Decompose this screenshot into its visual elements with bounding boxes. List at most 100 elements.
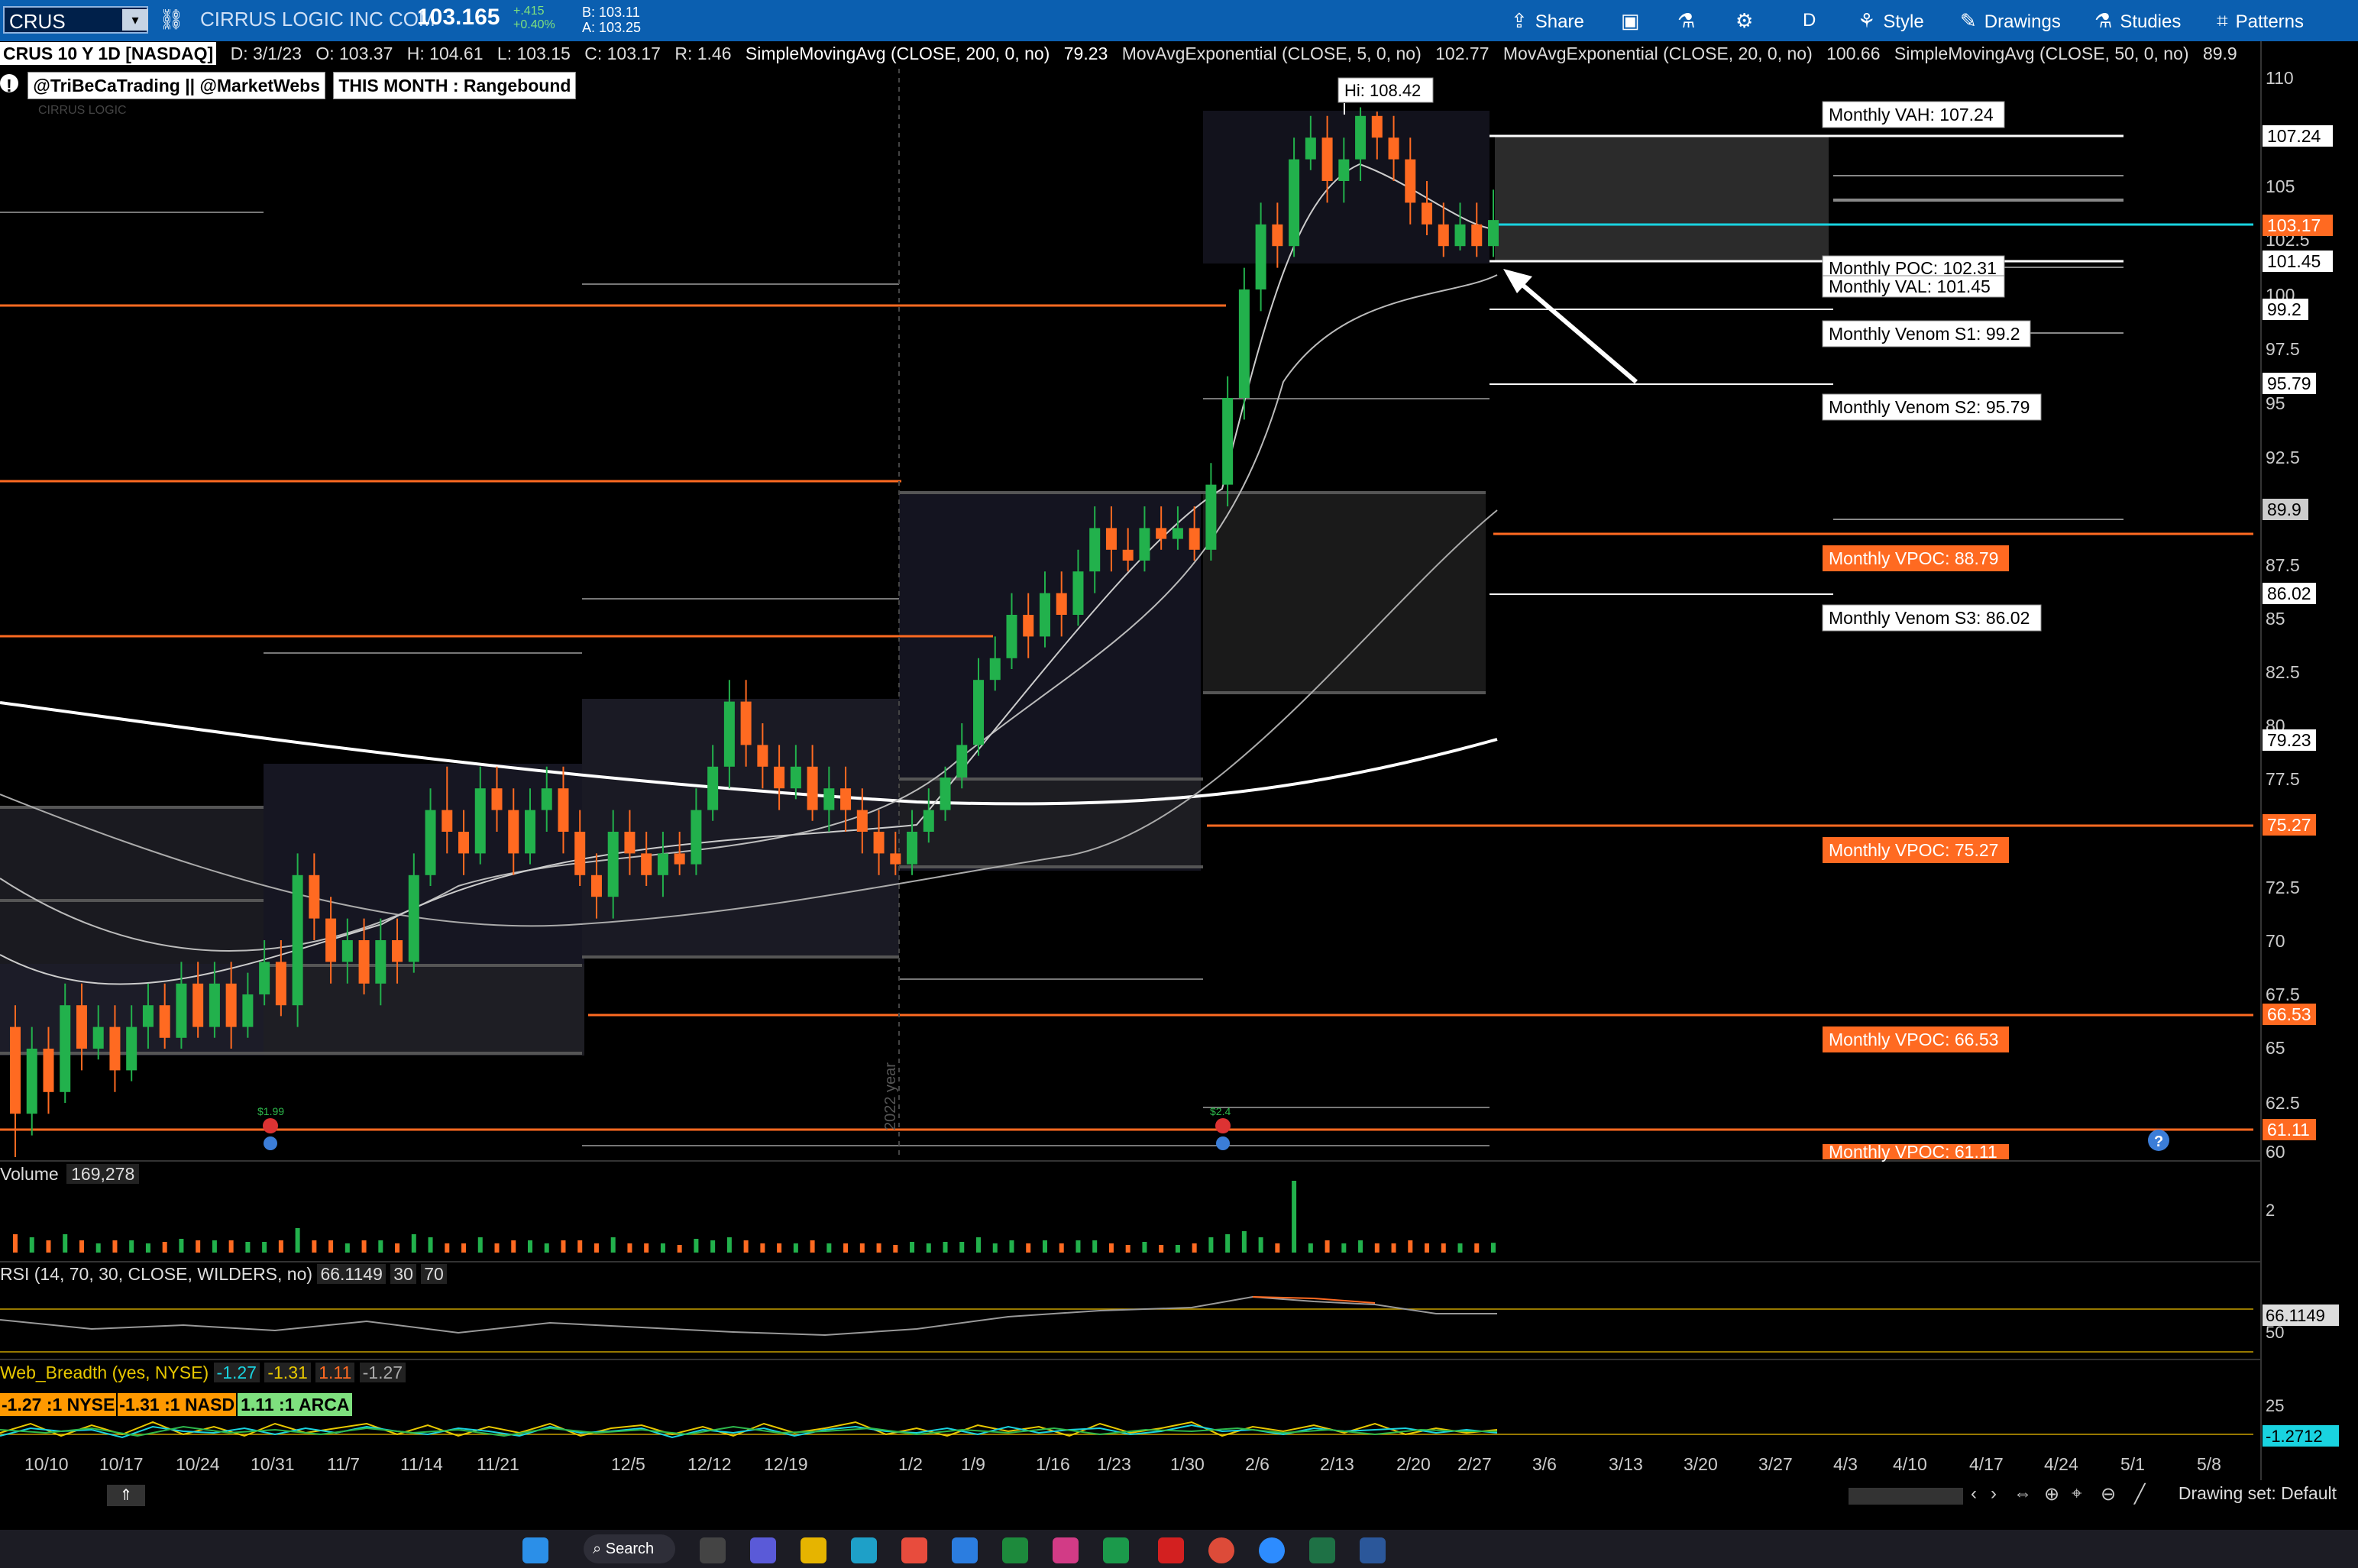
candle-body[interactable] xyxy=(392,940,403,962)
rsi-label[interactable]: RSI (14, 70, 30, CLOSE, WILDERS, no) xyxy=(0,1264,312,1284)
crosshair-icon[interactable]: ⌖ xyxy=(2072,1483,2082,1505)
lp-app-icon[interactable] xyxy=(1158,1537,1184,1563)
candle-body[interactable] xyxy=(1371,115,1383,138)
candle-body[interactable] xyxy=(774,766,785,789)
candle-body[interactable] xyxy=(192,983,204,1027)
candle-body[interactable] xyxy=(1056,593,1067,615)
candle-body[interactable] xyxy=(707,766,719,810)
candle-body[interactable] xyxy=(341,940,353,962)
candle-body[interactable] xyxy=(691,810,702,865)
candle-body[interactable] xyxy=(275,962,286,1006)
candle-body[interactable] xyxy=(109,1026,121,1071)
candle-body[interactable] xyxy=(1355,115,1367,160)
candle-body[interactable] xyxy=(674,853,685,865)
candle-body[interactable] xyxy=(1205,484,1217,550)
candle-body[interactable] xyxy=(1438,224,1449,247)
candle-body[interactable] xyxy=(375,940,387,984)
candle-body[interactable] xyxy=(92,1026,104,1049)
candle-body[interactable] xyxy=(491,788,503,810)
candle-body[interactable] xyxy=(1039,593,1050,637)
info-marker-icon[interactable] xyxy=(1216,1136,1230,1150)
candle-body[interactable] xyxy=(840,788,852,810)
info-marker-icon[interactable] xyxy=(264,1136,277,1150)
candle-body[interactable] xyxy=(1089,528,1101,572)
candle-body[interactable] xyxy=(408,875,419,962)
candle-body[interactable] xyxy=(657,853,668,875)
candle-body[interactable] xyxy=(856,810,868,832)
candle-body[interactable] xyxy=(607,832,619,897)
candle-body[interactable] xyxy=(259,962,270,994)
dividend-marker-icon[interactable] xyxy=(1215,1118,1231,1133)
candle-body[interactable] xyxy=(973,680,985,745)
candle-body[interactable] xyxy=(956,745,968,778)
candle-body[interactable] xyxy=(60,1005,71,1092)
chrome-icon[interactable] xyxy=(1208,1537,1234,1563)
candle-body[interactable] xyxy=(757,745,768,767)
file-explorer-icon[interactable] xyxy=(801,1537,826,1563)
candle-body[interactable] xyxy=(989,658,1001,681)
candle-body[interactable] xyxy=(1122,549,1134,561)
candle-body[interactable] xyxy=(1471,224,1483,247)
candle-body[interactable] xyxy=(940,778,951,810)
taskbar-search[interactable]: ⌕ Search xyxy=(584,1534,675,1563)
store-icon[interactable] xyxy=(901,1537,927,1563)
candle-body[interactable] xyxy=(1238,289,1250,398)
scroll-left-icon[interactable]: ‹ xyxy=(1971,1483,1977,1505)
candle-body[interactable] xyxy=(823,788,835,810)
collapse-button[interactable]: ⇑ xyxy=(107,1485,145,1506)
candle-body[interactable] xyxy=(1172,528,1183,539)
zoom-in-icon[interactable]: ⊕ xyxy=(2044,1483,2059,1505)
candle-body[interactable] xyxy=(1422,202,1433,225)
candle-body[interactable] xyxy=(524,810,535,854)
candle-body[interactable] xyxy=(325,918,337,962)
candle-body[interactable] xyxy=(176,983,187,1038)
candle-body[interactable] xyxy=(790,766,801,789)
task-view-icon[interactable] xyxy=(700,1537,726,1563)
candle-body[interactable] xyxy=(425,810,436,875)
candle-body[interactable] xyxy=(873,832,885,854)
spreadsheet-app-icon[interactable] xyxy=(1002,1537,1028,1563)
candle-body[interactable] xyxy=(209,983,220,1027)
candle-body[interactable] xyxy=(907,832,918,865)
candle-body[interactable] xyxy=(890,853,901,865)
candle-body[interactable] xyxy=(1454,224,1466,247)
candle-body[interactable] xyxy=(1321,137,1333,181)
zoom-out-icon[interactable]: ⊖ xyxy=(2101,1483,2116,1505)
excel-icon[interactable] xyxy=(1309,1537,1335,1563)
slack-icon[interactable] xyxy=(1053,1537,1079,1563)
draw-line-icon[interactable]: ╱ xyxy=(2134,1483,2145,1505)
edge-icon[interactable] xyxy=(851,1537,877,1563)
expand-icon[interactable]: ⇔ xyxy=(2014,1483,2032,1505)
candle-body[interactable] xyxy=(1255,224,1266,289)
candle-body[interactable] xyxy=(1023,615,1034,637)
scrollbar[interactable] xyxy=(1849,1488,1963,1505)
candle-body[interactable] xyxy=(442,810,453,832)
candle-body[interactable] xyxy=(358,940,370,984)
zoom-icon[interactable] xyxy=(1259,1537,1285,1563)
candle-body[interactable] xyxy=(641,853,652,875)
candle-body[interactable] xyxy=(1072,571,1084,615)
candle-body[interactable] xyxy=(1388,137,1399,160)
candle-body[interactable] xyxy=(1006,615,1017,658)
candle-body[interactable] xyxy=(142,1005,154,1027)
candle-body[interactable] xyxy=(309,875,320,919)
candle-body[interactable] xyxy=(242,994,254,1027)
mail-icon[interactable] xyxy=(952,1537,978,1563)
price-chart[interactable]: 2022 year Hi: 108.42 Monthly VAH: 107.24… xyxy=(0,0,2358,1482)
candle-body[interactable] xyxy=(574,832,586,875)
candle-body[interactable] xyxy=(1289,159,1300,247)
candle-body[interactable] xyxy=(76,1005,87,1049)
candle-body[interactable] xyxy=(1305,137,1316,160)
candle-body[interactable] xyxy=(292,875,303,1006)
candle-body[interactable] xyxy=(807,766,818,810)
candle-body[interactable] xyxy=(10,1026,21,1114)
trading-app-icon[interactable] xyxy=(1103,1537,1129,1563)
candle-body[interactable] xyxy=(1488,220,1499,247)
candle-body[interactable] xyxy=(225,983,237,1027)
candle-body[interactable] xyxy=(43,1049,54,1092)
candle-body[interactable] xyxy=(1272,224,1283,247)
scroll-right-icon[interactable]: › xyxy=(1991,1483,1997,1505)
candle-body[interactable] xyxy=(474,788,486,854)
candle-body[interactable] xyxy=(590,875,602,897)
breadth-label[interactable]: Web_Breadth (yes, NYSE) xyxy=(0,1363,209,1382)
